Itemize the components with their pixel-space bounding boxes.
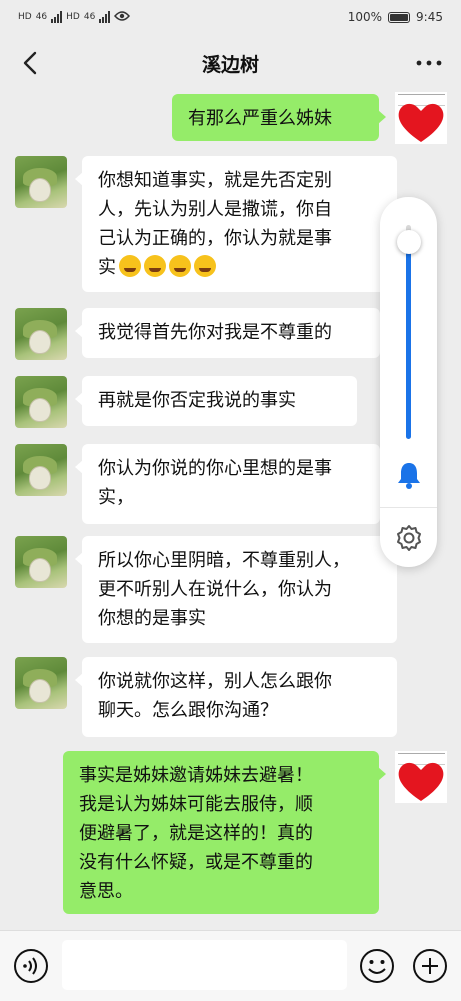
- message-bubble-other[interactable]: 你说就你这样，别人怎么跟你 聊天。怎么跟你沟通？: [75, 657, 397, 737]
- message-bubble-other[interactable]: 你认为你说的你心里想的是事 实，: [75, 444, 380, 524]
- message-bubble-other[interactable]: 你想知道事实，就是先否定别 人，先认为别人是撒谎，你自 己认为正确的，你认为就是…: [75, 156, 397, 292]
- voice-button[interactable]: [13, 948, 49, 984]
- message-line: 实: [98, 257, 116, 278]
- eye-icon: [114, 10, 131, 24]
- message-bubble-other[interactable]: 再就是你否定我说的事实: [75, 376, 357, 426]
- battery-icon: [388, 11, 411, 23]
- volume-fill: [406, 242, 411, 439]
- message-line: 你想的是事实: [98, 608, 206, 629]
- message-row: 你说就你这样，别人怎么跟你 聊天。怎么跟你沟通？: [0, 657, 461, 743]
- message-line: 意思。: [79, 881, 133, 902]
- contact-avatar[interactable]: [15, 444, 67, 496]
- emoji-icon: [360, 949, 394, 983]
- message-text: 有那么严重么姊妹: [188, 108, 332, 129]
- message-line: 我是认为姊妹可能去服侍，顺: [79, 794, 313, 815]
- message-line: 所以你心里阴暗，不尊重别人，: [98, 550, 350, 571]
- voice-icon: [14, 949, 48, 983]
- my-avatar[interactable]: [395, 751, 447, 803]
- laughing-tears-emoji-icon: [169, 255, 191, 277]
- laughing-tears-emoji-icon: [194, 255, 216, 277]
- message-row: 有那么严重么姊妹: [0, 92, 461, 152]
- chevron-left-icon: [23, 51, 37, 75]
- contact-avatar[interactable]: [15, 308, 67, 360]
- message-line: 你想知道事实，就是先否定别: [98, 170, 332, 191]
- clock: 9:45: [416, 10, 443, 24]
- status-right: 100% 9:45: [348, 10, 443, 24]
- heart-icon: [398, 103, 444, 142]
- message-line: 你说就你这样，别人怎么跟你: [98, 671, 332, 692]
- sound-settings-button[interactable]: [393, 522, 425, 554]
- divider: [380, 507, 437, 508]
- message-line: 己认为正确的，你认为就是事: [98, 228, 332, 249]
- volume-panel[interactable]: [380, 197, 437, 567]
- title-bar: 溪边树: [0, 34, 461, 92]
- signal-icon-2: [99, 11, 111, 23]
- message-bubble-me[interactable]: 事实是姊妹邀请姊妹去避暑！ 我是认为姊妹可能去服侍，顺 便避暑了，就是这样的！真…: [63, 751, 386, 914]
- message-line: 事实是姊妹邀请姊妹去避暑！: [79, 765, 313, 786]
- input-bar: [0, 930, 461, 1001]
- laughing-tears-emoji-icon: [119, 255, 141, 277]
- status-left: HD 46 HD 46: [18, 10, 131, 24]
- back-button[interactable]: [16, 48, 46, 78]
- message-line: 没有什么怀疑，或是不尊重的: [79, 852, 313, 873]
- more-dots-icon: [416, 60, 442, 66]
- heart-icon: [398, 762, 444, 801]
- message-line: 你认为你说的你心里想的是事: [98, 458, 332, 479]
- message-line: 更不听别人在说什么，你认为: [98, 579, 332, 600]
- status-bar: HD 46 HD 46 100% 9:45: [0, 0, 461, 34]
- my-avatar[interactable]: [395, 92, 447, 144]
- message-bubble-other[interactable]: 所以你心里阴暗，不尊重别人， 更不听别人在说什么，你认为 你想的是事实: [75, 536, 397, 643]
- volume-slider[interactable]: [406, 225, 411, 439]
- plus-icon: [413, 949, 447, 983]
- message-text: 再就是你否定我说的事实: [98, 390, 296, 411]
- battery-percent: 100%: [347, 10, 383, 24]
- message-row: 事实是姊妹邀请姊妹去避暑！ 我是认为姊妹可能去服侍，顺 便避暑了，就是这样的！真…: [0, 751, 461, 921]
- message-line: 便避暑了，就是这样的！真的: [79, 823, 313, 844]
- message-bubble-me[interactable]: 有那么严重么姊妹: [172, 94, 386, 141]
- message-bubble-other[interactable]: 我觉得首先你对我是不尊重的: [75, 308, 380, 358]
- network-label-2: 46: [83, 12, 96, 22]
- message-line: 实，: [98, 487, 134, 508]
- message-line: 人，先认为别人是撒谎，你自: [98, 199, 332, 220]
- contact-avatar[interactable]: [15, 156, 67, 208]
- more-functions-button[interactable]: [412, 948, 448, 984]
- hd-label-2: HD: [66, 12, 80, 22]
- contact-avatar[interactable]: [15, 657, 67, 709]
- more-button[interactable]: [415, 52, 443, 74]
- signal-icon: [51, 11, 63, 23]
- contact-avatar[interactable]: [15, 536, 67, 588]
- message-input[interactable]: [62, 940, 347, 990]
- emoji-button[interactable]: [359, 948, 395, 984]
- laughing-tears-emoji-icon: [144, 255, 166, 277]
- bell-icon: [398, 463, 420, 489]
- gear-icon: [397, 525, 421, 551]
- hd-label-1: HD: [18, 12, 32, 22]
- chat-title: 溪边树: [201, 53, 259, 76]
- contact-avatar[interactable]: [15, 376, 67, 428]
- network-label-1: 46: [35, 12, 48, 22]
- message-text: 我觉得首先你对我是不尊重的: [98, 322, 332, 343]
- message-line: 聊天。怎么跟你沟通？: [98, 700, 278, 721]
- ringer-button[interactable]: [393, 459, 425, 491]
- volume-knob[interactable]: [397, 230, 421, 255]
